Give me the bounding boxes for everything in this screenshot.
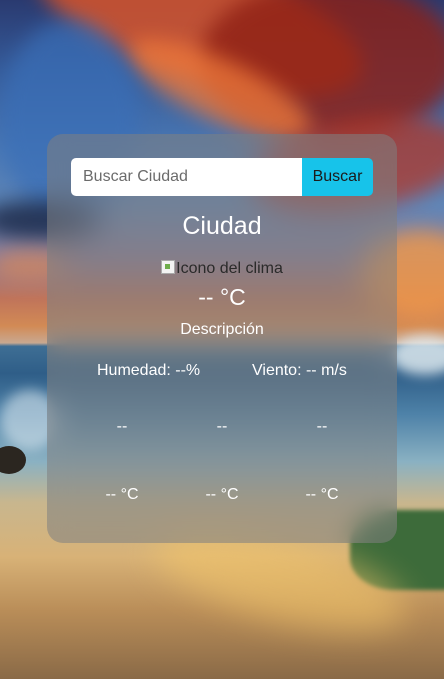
weather-description: Descripción: [180, 321, 264, 338]
search-button[interactable]: Buscar: [302, 158, 373, 196]
search-bar: Buscar: [71, 158, 373, 196]
forecast-day-temp: -- °C: [205, 486, 239, 503]
forecast-day-label: --: [316, 418, 328, 435]
forecast-day-temp: -- °C: [305, 486, 339, 503]
weather-icon: Icono del clima: [47, 260, 397, 278]
forecast-row: -- -- °C -- -- °C -- -- °C: [47, 418, 397, 503]
weather-icon-alt-text: Icono del clima: [176, 260, 283, 277]
current-temperature: -- °C: [198, 284, 246, 310]
forecast-day: -- -- °C: [282, 418, 362, 504]
city-name: Ciudad: [182, 212, 262, 240]
forecast-day: -- -- °C: [82, 418, 162, 504]
search-input[interactable]: [71, 158, 302, 196]
humidity-value: Humedad: --%: [97, 362, 201, 379]
weather-card: Buscar Ciudad Icono del clima -- °C Desc…: [47, 134, 397, 543]
forecast-day-temp: -- °C: [105, 486, 139, 503]
forecast-day-label: --: [116, 418, 128, 435]
forecast-day: -- -- °C: [182, 418, 262, 504]
broken-image-icon: [161, 260, 176, 274]
wind-value: Viento: -- m/s: [252, 362, 347, 379]
forecast-day-label: --: [216, 418, 228, 435]
